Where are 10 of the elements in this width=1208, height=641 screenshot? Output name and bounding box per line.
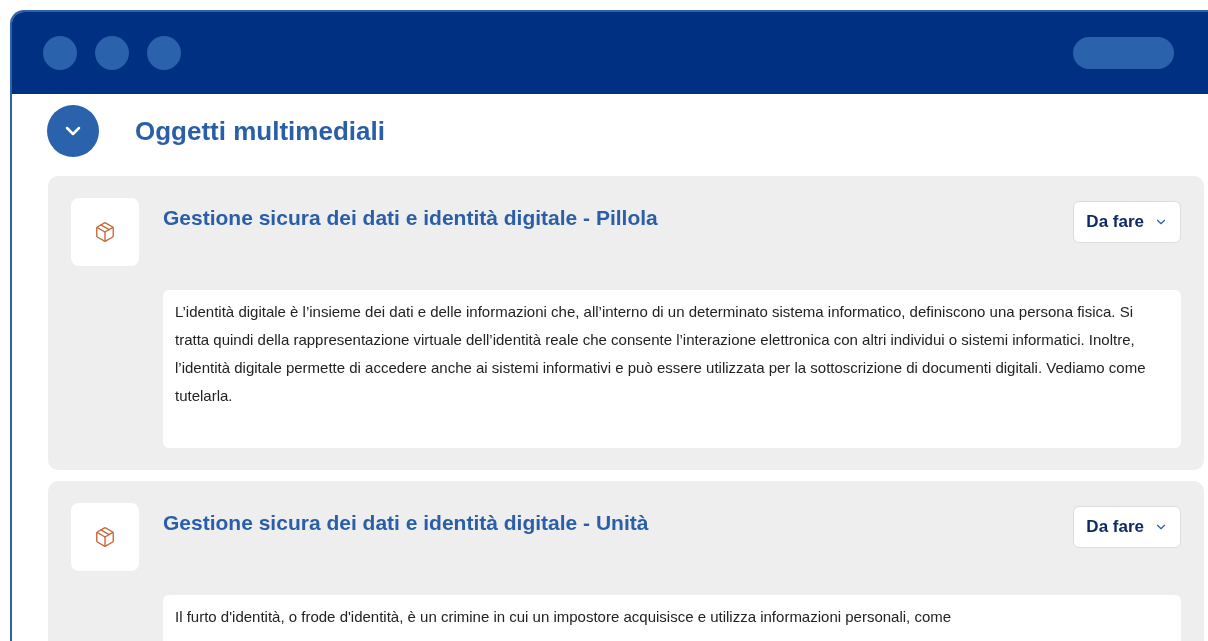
package-icon bbox=[94, 221, 116, 243]
section-title: Oggetti multimediali bbox=[135, 114, 385, 148]
description-text: L’identità digitale è l’insieme dei dati e delle informazioni che, all’interno di un determinato sistema informatico, definiscono una persona fisica. Si tratta quindi della rappresentazione virtuale dell’identità reale che consente l’interazione elettronica con altri individui o sistemi informatici. Inoltre, l’identità digitale permette di accedere anche ai sistemi informativi e può essere utilizzata per la sottoscrizione di documenti digitali. Vediamo come tutelarla. bbox=[175, 302, 1147, 406]
activity-title-link[interactable]: Gestione sicura dei dati e identità digitale - Pillola bbox=[163, 202, 1074, 234]
activity-title-link[interactable]: Gestione sicura dei dati e identità digitale - Unità bbox=[163, 507, 1074, 539]
status-dropdown[interactable]: Da fare bbox=[1073, 201, 1181, 243]
description-text: Il furto d'identità, o frode d'identità, è un crimine in cui un impostore acquisisce e utilizza informazioni personali, come bbox=[175, 607, 953, 627]
collapse-button[interactable] bbox=[47, 105, 99, 157]
package-icon bbox=[94, 526, 116, 548]
status-dropdown[interactable]: Da fare bbox=[1073, 506, 1181, 548]
